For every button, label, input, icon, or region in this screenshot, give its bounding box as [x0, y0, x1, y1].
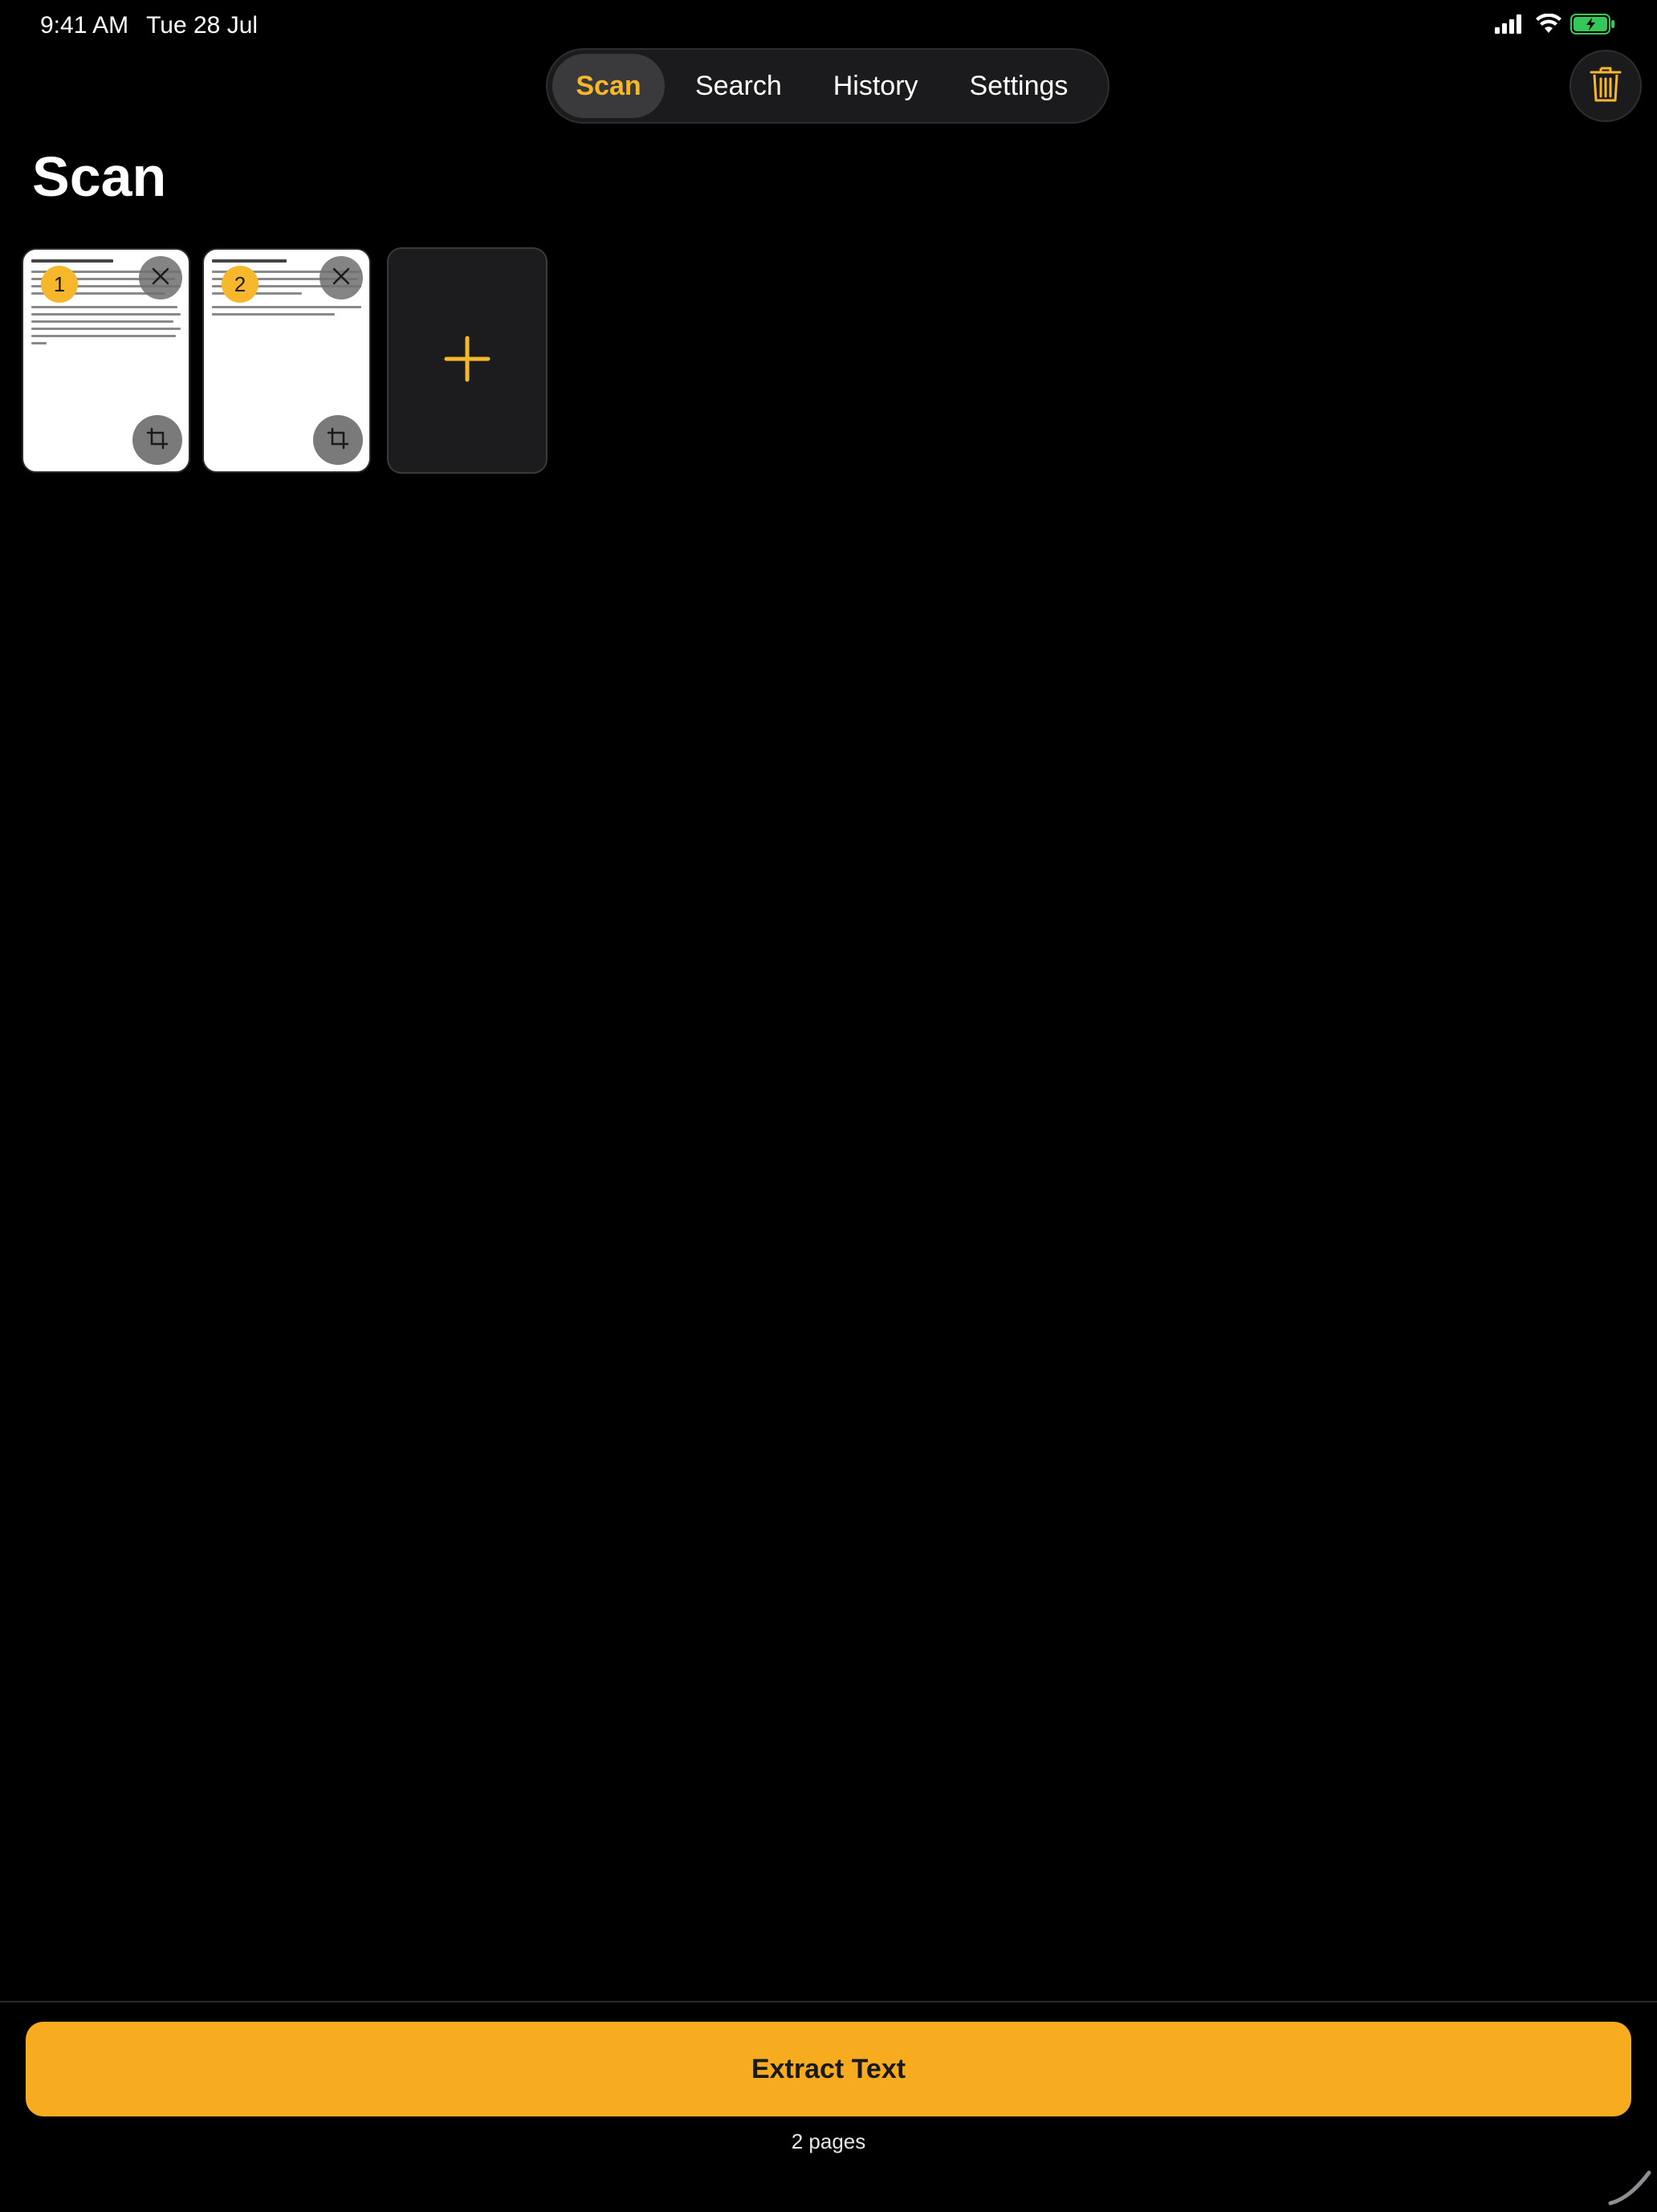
page-number-badge: 1	[41, 266, 78, 303]
extract-text-button[interactable]: Extract Text	[26, 2022, 1631, 2116]
pages-count-label: 2 pages	[791, 2129, 866, 2153]
main-tab-bar: Scan Search History Settings	[546, 48, 1109, 124]
close-icon	[151, 267, 170, 290]
tab-scan[interactable]: Scan	[552, 54, 665, 118]
wifi-icon	[1535, 13, 1562, 39]
tab-history[interactable]: History	[808, 54, 944, 118]
delete-all-button[interactable]	[1569, 50, 1642, 122]
status-bar-left: 9:41 AM Tue 28 Jul	[40, 10, 258, 42]
close-icon	[332, 267, 351, 290]
status-bar-right	[1495, 11, 1615, 40]
crop-page-button[interactable]	[132, 415, 182, 465]
battery-charging-icon	[1570, 13, 1615, 39]
cellular-signal-icon	[1495, 14, 1527, 38]
page-thumbnail-2[interactable]: 2	[202, 248, 371, 473]
trash-icon	[1590, 65, 1622, 108]
remove-page-button[interactable]	[320, 256, 363, 299]
tab-search[interactable]: Search	[670, 54, 808, 118]
pencil-hover-indicator	[1606, 2160, 1654, 2208]
tab-settings[interactable]: Settings	[944, 54, 1094, 118]
plus-icon	[443, 335, 491, 387]
remove-page-button[interactable]	[139, 256, 182, 299]
status-date: Tue 28 Jul	[146, 12, 259, 39]
status-time: 9:41 AM	[40, 12, 129, 39]
page-thumbnail-1[interactable]: 1	[22, 248, 190, 473]
crop-icon	[327, 427, 349, 454]
page-title: Scan	[32, 145, 167, 208]
crop-icon	[146, 427, 169, 454]
page-number-badge: 2	[222, 266, 259, 303]
footer-divider	[0, 2001, 1657, 2002]
add-page-button[interactable]	[387, 247, 548, 474]
crop-page-button[interactable]	[313, 415, 363, 465]
